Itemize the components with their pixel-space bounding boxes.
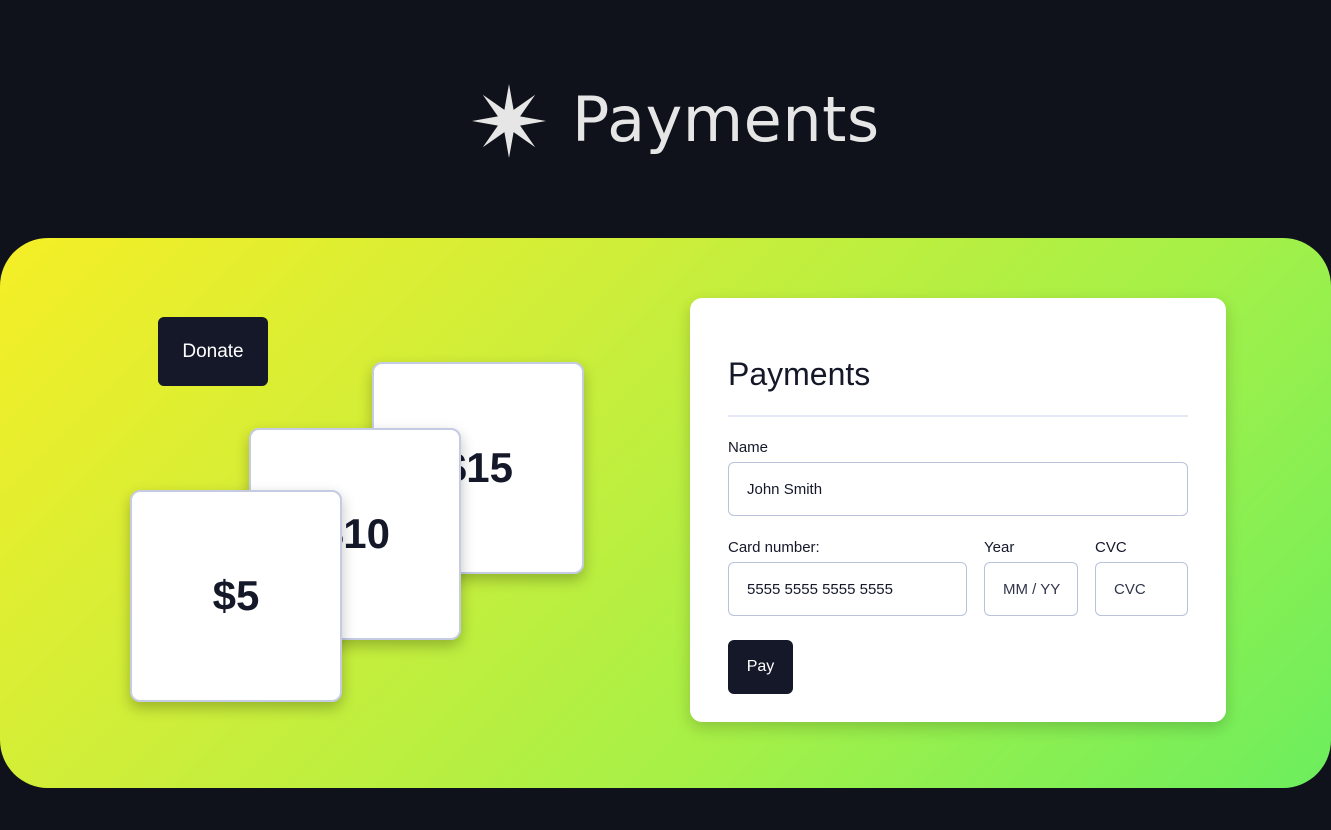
year-input[interactable] — [984, 562, 1078, 616]
name-label: Name — [728, 439, 769, 456]
donation-card-5[interactable]: $5 — [130, 490, 342, 702]
payment-form-divider — [728, 415, 1188, 417]
payment-form-title: Payments — [728, 356, 871, 392]
pay-button[interactable]: Pay — [728, 640, 793, 694]
cvc-input[interactable] — [1095, 562, 1188, 616]
page-header: Payments — [0, 0, 1331, 238]
year-label: Year — [984, 539, 1015, 556]
card-number-label: Card number: — [728, 539, 820, 556]
payment-form-panel: Payments Name Card number: Year CVC Pay — [690, 298, 1226, 722]
cvc-label: CVC — [1095, 539, 1127, 556]
card-number-input[interactable] — [728, 562, 967, 616]
page-title: Payments — [572, 83, 880, 156]
name-input[interactable] — [728, 462, 1188, 516]
donate-button[interactable]: Donate — [158, 317, 268, 386]
payment-stage: Donate $15 $10 $5 Payments Name Card num… — [0, 238, 1331, 788]
star-icon — [472, 84, 546, 158]
